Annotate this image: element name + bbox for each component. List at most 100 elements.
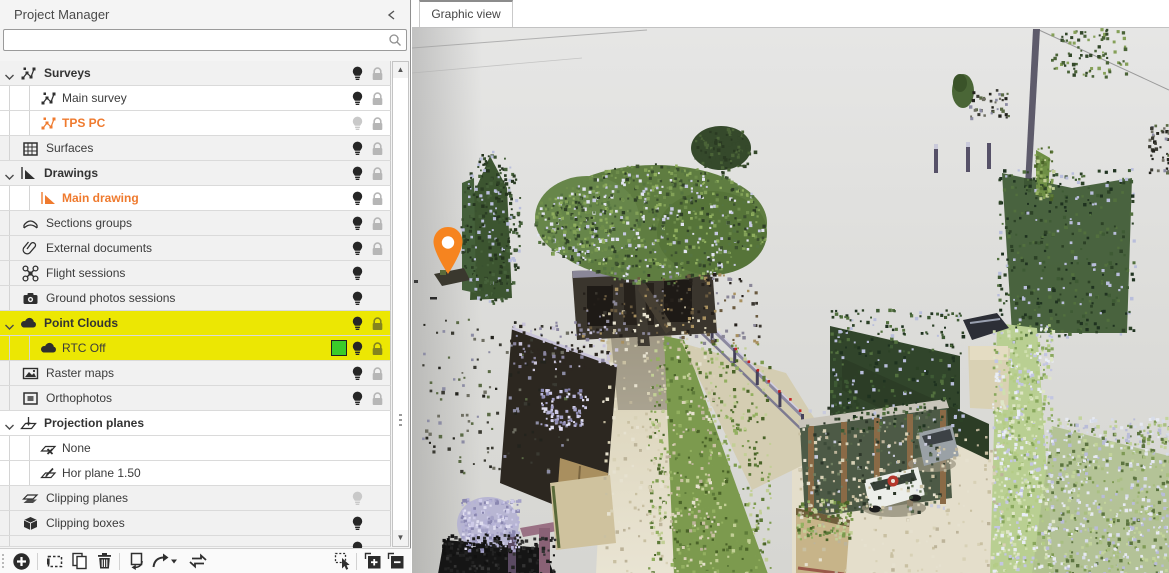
visibility-bulb-icon[interactable] [352, 166, 363, 186]
add-button[interactable] [12, 552, 31, 573]
visibility-bulb-icon[interactable] [352, 291, 363, 311]
visibility-bulb-icon[interactable] [352, 491, 363, 511]
color-swatch[interactable] [331, 340, 347, 356]
tree-item-label: Sections groups [46, 216, 132, 230]
project-manager-panel: Project Manager Surveys Main survey TPS PC… [0, 0, 411, 573]
tree-row-surveys[interactable]: Surveys [0, 61, 391, 86]
tree-row-tps-pc[interactable]: TPS PC [0, 111, 391, 136]
tree-item-label: Surveys [44, 66, 91, 80]
lock-icon[interactable] [371, 167, 384, 186]
tree-row-drawings[interactable]: Drawings [0, 161, 391, 186]
visibility-bulb-icon[interactable] [352, 516, 363, 536]
copy-icon [71, 557, 89, 573]
tree-item-label: Hor plane 1.50 [62, 466, 141, 480]
expand-chevron-icon[interactable] [4, 419, 15, 437]
visibility-bulb-icon[interactable] [352, 366, 363, 386]
lock-icon[interactable] [371, 192, 384, 211]
lock-icon[interactable] [371, 142, 384, 161]
lock-icon[interactable] [371, 317, 384, 336]
tree-row-raster-maps[interactable]: Raster maps [0, 361, 391, 386]
tree-scrollbar[interactable]: ▲ ▼ [392, 61, 409, 547]
tree-row-surfaces[interactable]: Surfaces [0, 136, 391, 161]
copy-button[interactable] [71, 552, 89, 573]
expand-chevron-icon[interactable] [4, 319, 15, 337]
tree-row-clipping-planes[interactable]: Clipping planes [0, 486, 391, 511]
scrollbar-thumb[interactable] [399, 414, 402, 428]
expand-all-icon [364, 557, 382, 573]
scroll-up-icon[interactable]: ▲ [393, 62, 408, 78]
tab-graphic-view[interactable]: Graphic view [419, 0, 513, 27]
tree-row-main-survey[interactable]: Main survey [0, 86, 391, 111]
tree-item-label: RTC Off [62, 341, 106, 355]
tree-row-point-clouds[interactable]: Point Clouds [0, 311, 391, 336]
pick-cursor-icon [334, 558, 353, 573]
collapse-all-button[interactable] [387, 552, 405, 573]
paperclip-icon [22, 240, 39, 262]
lock-icon[interactable] [371, 67, 384, 86]
tree-item-label: Main drawing [62, 191, 139, 205]
trash-icon [96, 557, 113, 573]
toolbar-drag-handle[interactable] [2, 554, 4, 569]
tree-item-label: Flight sessions [46, 266, 125, 280]
tree-row-flight-sessions[interactable]: Flight sessions [0, 261, 391, 286]
cloud-icon [40, 340, 57, 362]
visibility-bulb-icon[interactable] [352, 141, 363, 161]
tree-row-ground-photos-sessions[interactable]: Ground photos sessions [0, 286, 391, 311]
visibility-bulb-icon[interactable] [352, 216, 363, 236]
expand-chevron-icon[interactable] [4, 69, 15, 87]
search-input[interactable] [8, 31, 387, 51]
view-tab-bar: Graphic view [412, 0, 1169, 27]
lock-icon[interactable] [371, 342, 384, 361]
visibility-bulb-icon[interactable] [352, 316, 363, 336]
point-cloud-render[interactable] [412, 28, 1169, 573]
lock-icon[interactable] [371, 242, 384, 261]
move-arrow-icon [151, 557, 178, 573]
visibility-bulb-icon[interactable] [352, 241, 363, 261]
expand-chevron-icon[interactable] [4, 169, 15, 187]
clip-planes-icon [22, 490, 39, 512]
delete-button[interactable] [96, 552, 113, 573]
visibility-bulb-icon[interactable] [352, 116, 363, 136]
chevron-left-icon[interactable] [386, 8, 398, 20]
expand-all-button[interactable] [364, 552, 382, 573]
visibility-bulb-icon[interactable] [352, 91, 363, 111]
visibility-bulb-icon[interactable] [352, 266, 363, 286]
tree-row-main-drawing[interactable]: Main drawing [0, 186, 391, 211]
tree-item-label: Main survey [62, 91, 127, 105]
lock-icon[interactable] [371, 392, 384, 411]
lock-icon[interactable] [371, 367, 384, 386]
pick-selection-button[interactable] [334, 552, 353, 573]
tree-row-sections-groups[interactable]: Sections groups [0, 211, 391, 236]
add-circle-icon [12, 558, 31, 573]
tree-item-label: Clipping boxes [46, 516, 125, 530]
replace-button[interactable] [127, 552, 146, 573]
lock-icon[interactable] [371, 117, 384, 136]
tree-row-external-documents[interactable]: External documents [0, 236, 391, 261]
visibility-bulb-icon[interactable] [352, 66, 363, 86]
move-button[interactable] [151, 552, 178, 573]
visibility-bulb-icon[interactable] [352, 191, 363, 211]
tree-item-label: Projection planes [44, 416, 144, 430]
refresh-button[interactable] [188, 552, 208, 573]
project-tree: Surveys Main survey TPS PCSurfaces Drawings… [0, 61, 392, 547]
marquee-select-button[interactable] [46, 552, 64, 573]
graphic-view-3d-scene[interactable] [412, 27, 1169, 573]
tree-row-rtc-off[interactable]: RTC Off [0, 336, 391, 361]
visibility-bulb-icon[interactable] [352, 341, 363, 361]
visibility-bulb-icon[interactable] [352, 391, 363, 411]
tree-row-partial[interactable] [0, 536, 391, 547]
tree-row-clipping-boxes[interactable]: Clipping boxes [0, 511, 391, 536]
tree-row-projection-planes[interactable]: Projection planes [0, 411, 391, 436]
plane-x-icon [40, 440, 57, 462]
drone-icon [22, 265, 39, 287]
tree-row-orthophotos[interactable]: Orthophotos [0, 386, 391, 411]
tree-row-hor-plane-150[interactable]: Hor plane 1.50 [0, 461, 391, 486]
lock-icon[interactable] [371, 92, 384, 111]
lock-icon[interactable] [371, 217, 384, 236]
survey-network-icon [20, 65, 37, 87]
panel-title: Project Manager [14, 7, 109, 22]
search-icon [388, 33, 402, 52]
scroll-down-icon[interactable]: ▼ [393, 530, 408, 546]
tree-row-none[interactable]: None [0, 436, 391, 461]
tree-item-label: Drawings [44, 166, 98, 180]
